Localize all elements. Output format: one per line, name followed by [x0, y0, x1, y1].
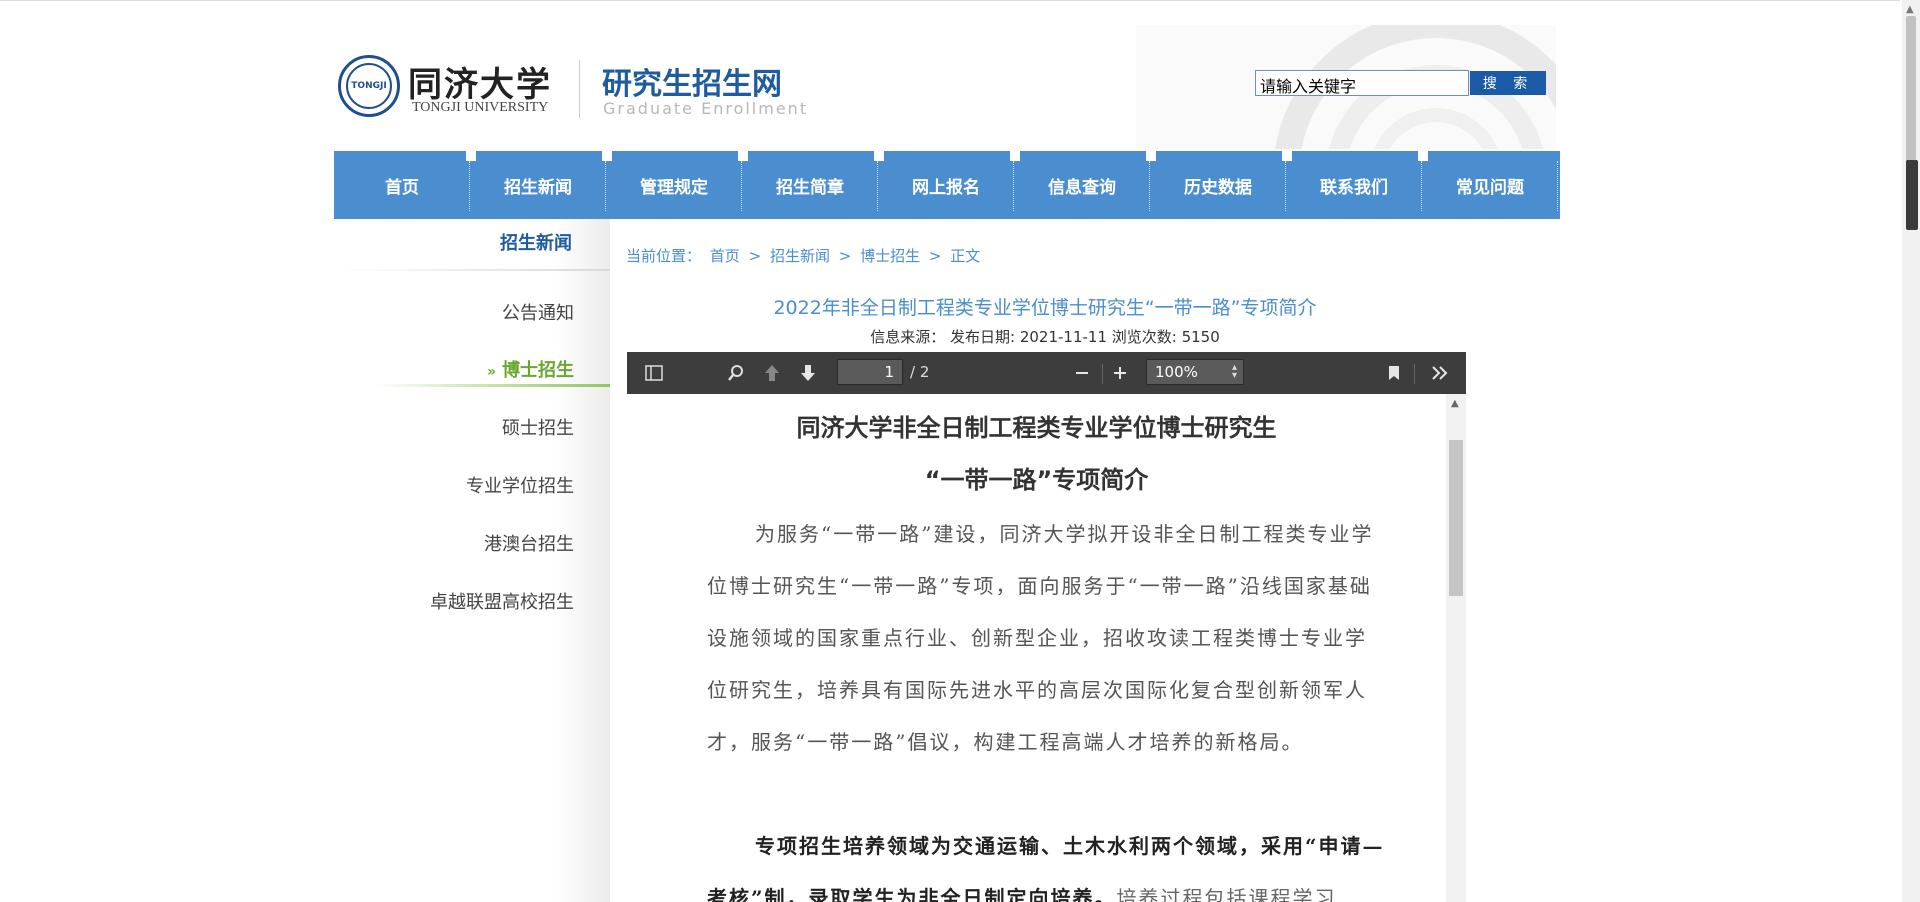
- nav-notch: [466, 151, 476, 161]
- nav-notch: [1282, 151, 1292, 161]
- pdf-page: 同济大学非全日制工程类专业学位博士研究生 “一带一路”专项简介 为服务“一带一路…: [627, 394, 1446, 902]
- sidebar-item-masters[interactable]: 硕士招生: [502, 414, 574, 440]
- pdf-toolbar: 1 / 2 100% ▴ ▾: [627, 352, 1466, 394]
- zoom-in-icon[interactable]: [1105, 361, 1135, 385]
- breadcrumb-home[interactable]: 首页: [710, 247, 740, 265]
- sidebar-item-announcements[interactable]: 公告通知: [502, 299, 574, 325]
- search-input[interactable]: 请输入关键字: [1255, 70, 1469, 96]
- document-paragraph-1: 为服务“一带一路”建设，同济大学拟开设非全日制工程类专业学位博士研究生“一带一路…: [707, 522, 1374, 754]
- breadcrumb-doctoral[interactable]: 博士招生: [860, 247, 920, 265]
- nav-notch: [1010, 151, 1020, 161]
- nav-item-online-registration[interactable]: 网上报名: [878, 151, 1014, 219]
- breadcrumb-prefix: 当前位置：: [626, 247, 702, 265]
- top-border: [0, 0, 1900, 1]
- breadcrumb-sep: >: [838, 247, 852, 265]
- sidebar-item-label: 博士招生: [502, 360, 574, 381]
- university-name-cn: 同济大学: [408, 65, 552, 105]
- scrollbar-marker: [1906, 160, 1918, 230]
- browser-scrollbar[interactable]: ▲: [1902, 0, 1920, 902]
- select-arrows-icon: ▴ ▾: [1231, 362, 1237, 381]
- active-arrow-icon: »: [486, 364, 496, 380]
- nav-item-history-data[interactable]: 历史数据: [1150, 151, 1286, 219]
- search-button[interactable]: 搜 索: [1470, 71, 1546, 95]
- document-title-line1: 同济大学非全日制工程类专业学位博士研究生: [796, 414, 1277, 442]
- breadcrumb-sep: >: [928, 247, 942, 265]
- site-title-cn[interactable]: 研究生招生网: [602, 59, 782, 103]
- nav-item-home[interactable]: 首页: [334, 151, 470, 219]
- breadcrumb-news[interactable]: 招生新闻: [770, 247, 830, 265]
- next-page-icon[interactable]: [793, 361, 823, 385]
- zoom-out-icon[interactable]: [1067, 361, 1097, 385]
- sidebar-item-excellence-alliance[interactable]: 卓越联盟高校招生: [430, 588, 574, 614]
- nav-item-regulations[interactable]: 管理规定: [606, 151, 742, 219]
- scroll-up-arrow-icon[interactable]: ▲: [1906, 4, 1914, 15]
- nav-item-faq[interactable]: 常见问题: [1422, 151, 1558, 219]
- page-count: / 2: [910, 363, 930, 381]
- nav-item-news[interactable]: 招生新闻: [470, 151, 606, 219]
- university-name-en: TONGJI UNIVERSITY: [412, 100, 549, 115]
- nav-notch: [602, 151, 612, 161]
- article-title: 2022年非全日制工程类专业学位博士研究生“一带一路”专项简介: [773, 297, 1317, 319]
- pdf-viewer: 1 / 2 100% ▴ ▾ 同济大学非全日制工程类专业学位博士研究生 “一带一路…: [627, 352, 1466, 902]
- site-title-en: Graduate Enrollment: [603, 99, 809, 118]
- breadcrumb: 当前位置： 首页 > 招生新闻 > 博士招生 > 正文: [626, 245, 984, 266]
- previous-page-icon[interactable]: [757, 361, 787, 385]
- article-meta: 信息来源： 发布日期: 2021-11-11 浏览次数: 5150: [870, 328, 1220, 346]
- sidebar: 招生新闻 公告通知 » 博士招生 硕士招生 专业学位招生 港澳台招生 卓越联盟高校…: [334, 219, 610, 902]
- main-nav: 首页 招生新闻 管理规定 招生简章 网上报名 信息查询 历史数据 联系我们 常见…: [334, 151, 1560, 219]
- pdf-scrollbar[interactable]: ▲: [1446, 394, 1466, 902]
- breadcrumb-sep: >: [748, 247, 762, 265]
- browser-scrollbar-thumb[interactable]: [1906, 16, 1916, 166]
- pdf-scrollbar-thumb[interactable]: [1449, 440, 1463, 596]
- zoom-value: 100%: [1155, 363, 1198, 381]
- sidebar-item-hk-macao-taiwan[interactable]: 港澳台招生: [484, 530, 574, 556]
- paragraph-2-rest: 培养过程包括课程学习: [1116, 886, 1337, 902]
- toolbar-separator: [1102, 364, 1103, 384]
- nav-notch: [738, 151, 748, 161]
- sidebar-toggle-icon[interactable]: [639, 361, 669, 385]
- nav-notch: [1418, 151, 1428, 161]
- seal-inner: TONGJI: [346, 63, 392, 109]
- search-icon[interactable]: [721, 361, 751, 385]
- logo-divider: [579, 60, 580, 118]
- document-paragraph-2: 专项招生培养领域为交通运输、土木水利两个领域，采用“申请—考核”制，录取学生为非…: [707, 820, 1387, 902]
- sidebar-item-professional-degree[interactable]: 专业学位招生: [466, 472, 574, 498]
- scroll-up-arrow-icon[interactable]: ▲: [1451, 398, 1459, 409]
- zoom-select[interactable]: 100% ▴ ▾: [1146, 359, 1244, 385]
- toolbar-separator: [1414, 364, 1415, 384]
- sidebar-item-doctoral[interactable]: » 博士招生: [487, 356, 574, 382]
- nav-item-brochure[interactable]: 招生简章: [742, 151, 878, 219]
- bookmark-icon[interactable]: [1379, 361, 1409, 385]
- nav-notch: [874, 151, 884, 161]
- tools-icon[interactable]: [1425, 361, 1455, 385]
- active-underline: [374, 384, 610, 387]
- sidebar-divider: [334, 269, 610, 271]
- nav-item-contact[interactable]: 联系我们: [1286, 151, 1422, 219]
- nav-item-info-query[interactable]: 信息查询: [1014, 151, 1150, 219]
- document-title-line2: “一带一路”专项简介: [924, 466, 1149, 494]
- university-seal-logo[interactable]: TONGJI: [338, 55, 400, 117]
- sidebar-title: 招生新闻: [500, 233, 572, 254]
- breadcrumb-current: 正文: [950, 247, 981, 265]
- page-number-input[interactable]: 1: [837, 359, 903, 385]
- nav-notch: [1146, 151, 1156, 161]
